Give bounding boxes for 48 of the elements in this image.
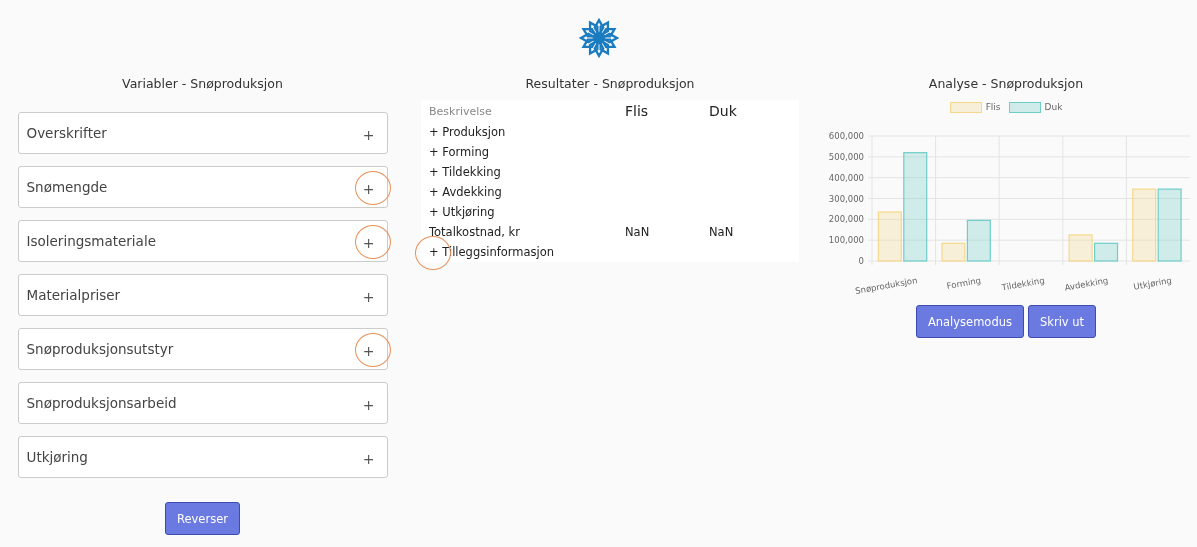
expand-toggle[interactable]: + [362,397,375,413]
bar [1068,234,1093,262]
axis-tick-label: 300,000 [828,193,864,204]
axis-tick-label: 0 [858,256,864,266]
axis-category-label: Utkjøring [1132,275,1173,292]
expandable-row-label[interactable]: + Produksjon [429,125,625,139]
expandable-row-label[interactable]: + Tilleggsinformasjon [429,245,625,259]
column-header: Duk [709,103,738,119]
axis-tick-label: 400,000 [828,172,864,183]
axis-category-label: Avdekking [1063,275,1109,293]
panel-title: Resultater - Snøproduksjon [525,75,695,93]
print-button[interactable]: Skriv ut [1027,305,1097,338]
panel-title: Analyse - Snøproduksjon [928,75,1084,93]
column-header: Flis [625,103,650,119]
column-header: Beskrivelse [429,104,493,118]
expand-toggle[interactable]: + [362,181,375,197]
snowflake-logo [578,18,619,58]
expand-toggle[interactable]: + [362,451,375,467]
expandable-row-label[interactable]: + Utkjøring [429,205,625,219]
table-cell-text: NaN [625,225,651,239]
panel-title: Variabler - Snøproduksjon [122,75,283,93]
table-cell-text: NaN [709,225,735,239]
accordion-item[interactable]: Snøproduksjonsarbeid + [17,382,388,424]
expand-toggle[interactable]: + [362,127,375,143]
analysis-mode-button[interactable]: Analysemodus [915,305,1024,338]
axis-tick-label: 600,000 [828,131,864,141]
expandable-row-label[interactable]: + Tildekking [429,165,625,179]
axis-tick-label: 200,000 [828,214,864,225]
expand-toggle[interactable]: + [362,235,375,251]
expand-toggle[interactable]: + [362,343,375,359]
axis-category-label: Tildekking [1000,275,1045,293]
axis-tick-label: 500,000 [828,151,864,162]
bar [1093,242,1118,262]
accordion-item[interactable]: Snøproduksjonsutstyr + [17,328,388,370]
total-label: Totalkostnad, kr [429,225,521,239]
expandable-row-label[interactable]: + Forming [429,145,625,159]
legend-item: Flis [949,101,1001,113]
accordion-item[interactable]: Snømengde + [17,166,388,208]
accordion-item[interactable]: Utkjøring + [17,436,388,478]
expandable-row-label[interactable]: + Avdekking [429,185,625,199]
axis-category-label: Forming [945,275,982,291]
accordion-item[interactable]: Isoleringsmateriale + [17,220,388,262]
axis-tick-label: 100,000 [828,235,864,246]
accordion-item[interactable]: Materialpriser + [17,274,388,316]
reverse-button[interactable]: Reverser [165,502,240,535]
legend-item: Duk [1008,101,1063,113]
expand-toggle[interactable]: + [362,289,375,305]
accordion-item[interactable]: Overskrifter + [17,112,388,154]
